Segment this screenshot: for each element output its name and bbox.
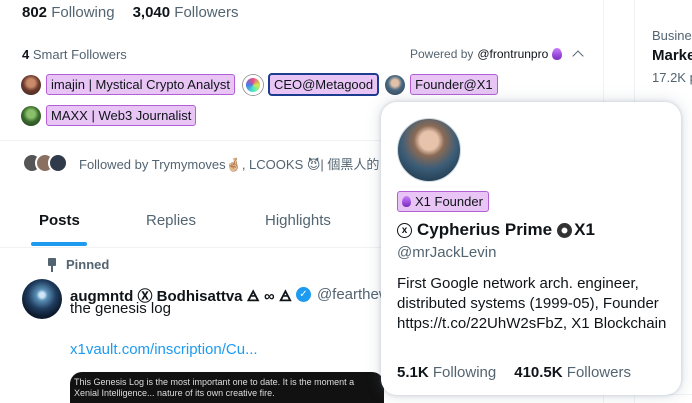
avatar bbox=[385, 74, 406, 95]
following-count: 802 bbox=[22, 4, 48, 21]
tweet-image[interactable]: This Genesis Log is the most important o… bbox=[70, 372, 384, 403]
hover-card-bio: First Google network arch. engineer, dis… bbox=[397, 275, 667, 332]
active-tab-indicator bbox=[31, 242, 87, 246]
tweet-link[interactable]: x1vault.com/inscription/Cu... bbox=[70, 341, 258, 358]
hover-card-name-suffix: X1 bbox=[574, 220, 595, 239]
followers-count: 3,040 bbox=[132, 4, 171, 21]
following-label: Following bbox=[51, 4, 115, 21]
hover-card-avatar[interactable] bbox=[397, 118, 461, 182]
avatar bbox=[48, 153, 68, 173]
smart-follower-tag[interactable]: imajin | Mystical Crypto Analyst bbox=[21, 74, 235, 95]
tweet-handle[interactable]: @fearthew bbox=[317, 286, 390, 303]
tweet-image-text: This Genesis Log is the most important o… bbox=[74, 377, 355, 398]
x-circle-icon: x bbox=[397, 222, 412, 238]
smart-followers-label: Smart Followers bbox=[32, 47, 127, 62]
hover-card-following-label: Following bbox=[432, 364, 497, 381]
hover-card-followers-count: 410.5K bbox=[514, 364, 563, 381]
hover-card-badge-label: X1 Founder bbox=[415, 194, 483, 209]
followed-by[interactable]: Followed by Trymymoves🤞🏼, LCOOKS 😈| 個黑人的 bbox=[22, 153, 379, 173]
followers-label: Followers bbox=[174, 4, 239, 21]
smart-follower-chip: imajin | Mystical Crypto Analyst bbox=[46, 74, 235, 95]
powered-by[interactable]: Powered by @frontrunpro bbox=[410, 47, 584, 62]
hover-card-following-count: 5.1K bbox=[397, 364, 429, 381]
pin-icon bbox=[46, 257, 58, 272]
avatar bbox=[242, 74, 263, 95]
trend-posts: 17.2K p bbox=[652, 70, 692, 85]
smart-follower-tag[interactable]: Founder@X1 bbox=[385, 74, 498, 95]
tab-replies[interactable]: Replies bbox=[146, 212, 196, 229]
pinned-label: Pinned bbox=[66, 257, 110, 272]
hover-card-handle[interactable]: @mrJackLevin bbox=[397, 244, 496, 261]
hover-card-stats: 5.1K Following 410.5K Followers bbox=[397, 364, 631, 381]
chevron-up-icon[interactable] bbox=[572, 50, 584, 62]
smart-followers-row-1: imajin | Mystical Crypto Analyst CEO@Met… bbox=[21, 73, 498, 96]
trend-title[interactable]: Marke bbox=[652, 47, 692, 64]
smart-follower-tag[interactable]: MAXX | Web3 Journalist bbox=[21, 105, 197, 126]
hover-card-followers-label: Followers bbox=[566, 364, 631, 381]
smart-follower-chip: MAXX | Web3 Journalist bbox=[46, 105, 197, 126]
hover-card-followers-link[interactable]: 410.5K Followers bbox=[514, 364, 631, 381]
hover-card-following-link[interactable]: 5.1K Following bbox=[397, 364, 496, 381]
avatar bbox=[21, 105, 41, 126]
smart-follower-chip: CEO@Metagood bbox=[267, 73, 380, 96]
verified-badge-icon: ✓ bbox=[295, 287, 311, 302]
followed-by-text: Followed by Trymymoves🤞🏼, LCOOKS 😈| 個黑人的 bbox=[79, 156, 380, 172]
avatar bbox=[21, 74, 41, 95]
hover-card-display-name: Cypherius Prime bbox=[417, 220, 553, 239]
flame-icon bbox=[402, 196, 411, 207]
hover-card-badge: X1 Founder bbox=[397, 191, 489, 212]
smart-follower-chip: Founder@X1 bbox=[410, 74, 498, 95]
pinned-indicator: Pinned bbox=[46, 257, 109, 272]
followers-link[interactable]: 3,040 Followers bbox=[133, 4, 239, 21]
powered-by-brand: @frontrunpro bbox=[477, 47, 549, 61]
smart-followers-heading: 4 Smart Followers bbox=[22, 47, 127, 62]
flame-icon bbox=[552, 48, 563, 60]
powered-by-label: Powered by bbox=[410, 47, 474, 61]
profile-hover-card: X1 Founder x Cypherius Prime X1 @mrJackL… bbox=[381, 102, 681, 395]
gear-icon bbox=[557, 222, 573, 238]
tweet-avatar[interactable] bbox=[22, 279, 62, 319]
hover-card-name[interactable]: x Cypherius Prime X1 bbox=[397, 220, 595, 240]
smart-followers-count: 4 bbox=[22, 47, 30, 62]
following-link[interactable]: 802 Following bbox=[22, 4, 115, 21]
smart-followers-row-2: MAXX | Web3 Journalist bbox=[21, 105, 197, 126]
trend-category: Busine bbox=[652, 28, 692, 43]
tweet-text: the genesis log bbox=[70, 300, 171, 317]
follow-stats: 802 Following 3,040 Followers bbox=[22, 4, 238, 21]
smart-follower-tag[interactable]: CEO@Metagood bbox=[242, 73, 380, 96]
tab-posts[interactable]: Posts bbox=[39, 212, 80, 229]
tab-highlights[interactable]: Highlights bbox=[265, 212, 331, 229]
